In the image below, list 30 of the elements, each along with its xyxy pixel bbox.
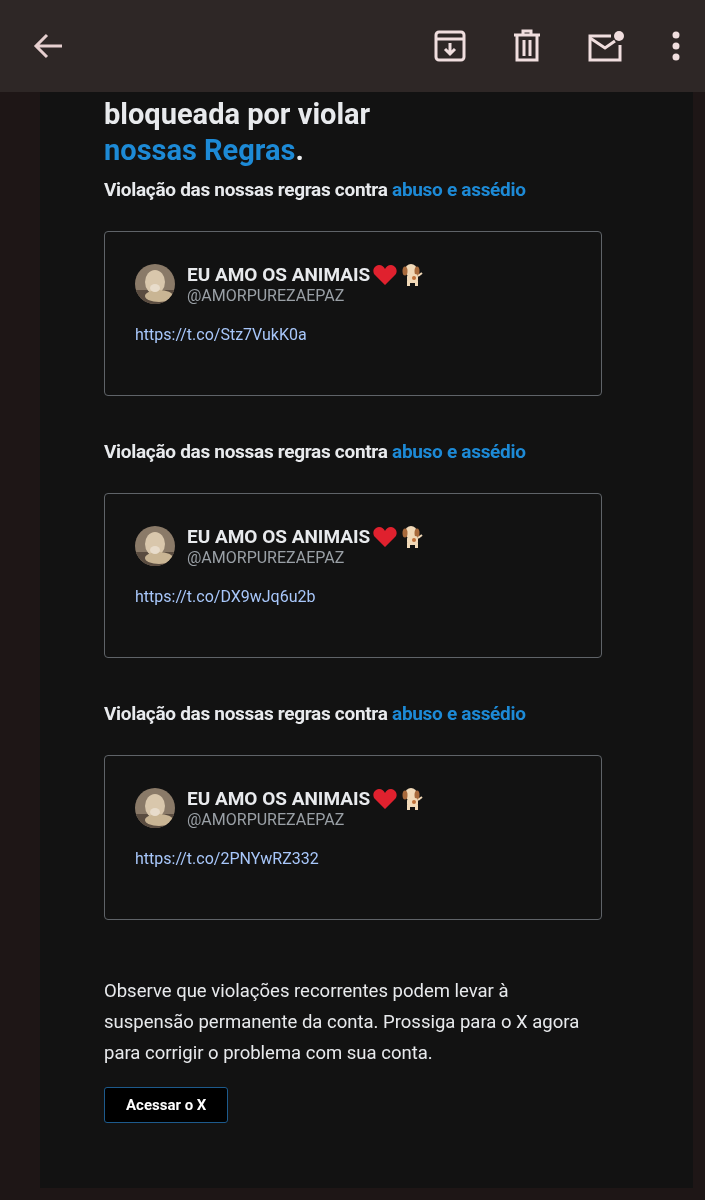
- violation-label: Violação das nossas regras contra abuso e assédio: [104, 178, 527, 201]
- heart-icon: [373, 525, 398, 547]
- policy-link[interactable]: abuso e assédio: [392, 702, 526, 725]
- author-handle: @AMORPUREZAEPAZ: [187, 548, 346, 567]
- author-name: EU AMO OS ANIMAIS: [187, 524, 371, 548]
- policy-link[interactable]: abuso e assédio: [392, 440, 526, 463]
- heading: bloqueada por violar nossas Regras.: [104, 96, 372, 168]
- author-name: EU AMO OS ANIMAIS: [187, 262, 371, 286]
- archive-icon[interactable]: [433, 29, 467, 63]
- author-handle: @AMORPUREZAEPAZ: [187, 286, 346, 305]
- dog-icon: [400, 524, 425, 548]
- back-arrow-icon[interactable]: [32, 32, 64, 60]
- post-link[interactable]: https://t.co/2PNYwRZ332: [135, 849, 571, 868]
- post-link[interactable]: https://t.co/DX9wJq6u2b: [135, 587, 571, 606]
- author-handle: @AMORPUREZAEPAZ: [187, 810, 346, 829]
- author-name: EU AMO OS ANIMAIS: [187, 786, 371, 810]
- heart-icon: [373, 787, 398, 809]
- post-link[interactable]: https://t.co/Stz7VukK0a: [135, 325, 571, 344]
- notice-text: Observe que violações recorrentes podem levar à suspensão permanente da conta. Prossiga para o X agora para corrigir o problema com sua conta.: [104, 979, 581, 1066]
- dog-icon: [400, 262, 425, 286]
- rules-link[interactable]: nossas Regras: [104, 133, 296, 167]
- dog-icon: [400, 786, 425, 810]
- delete-icon[interactable]: [513, 29, 541, 63]
- heart-icon: [373, 263, 398, 285]
- violation-label: Violação das nossas regras contra abuso e assédio: [104, 702, 527, 725]
- more-icon[interactable]: [671, 31, 681, 61]
- violation-label: Violação das nossas regras contra abuso e assédio: [104, 440, 527, 463]
- policy-link[interactable]: abuso e assédio: [392, 178, 526, 201]
- mail-unread-icon[interactable]: [587, 30, 625, 62]
- access-button[interactable]: Acessar o X: [104, 1087, 229, 1123]
